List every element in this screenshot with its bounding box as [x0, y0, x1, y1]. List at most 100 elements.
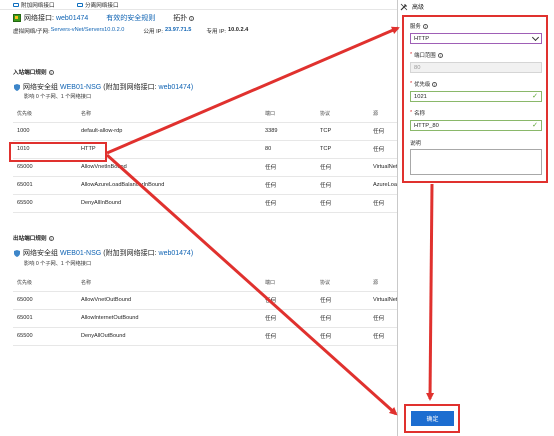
nsg-attach-text: (附加到网络接口:	[103, 84, 157, 91]
required-icon: *	[410, 52, 413, 58]
cell-name: AllowAzureLoadBalancerInBound	[77, 176, 261, 195]
detach-nic-button[interactable]: 分离网络接口	[77, 1, 119, 9]
info-icon: i	[437, 52, 443, 58]
col-protocol[interactable]: 协议	[316, 106, 369, 123]
outbound-rules-table: 优先级 名称 端口 协议 源 65000 AllowVnetOutBound 任…	[13, 275, 433, 346]
outbound-title-text: 出站端口规则	[13, 236, 47, 242]
inbound-section-title: 入站端口规则 i	[13, 68, 54, 76]
inbound-impact: 影响 0 个子网、1 个网络接口	[24, 94, 92, 100]
network-interface-icon	[13, 14, 21, 22]
outbound-impact: 影响 0 个子网、1 个网络接口	[24, 261, 92, 267]
inbound-nsg-line: 网络安全组 WEB01-NSG (附加到网络接口: web01474)	[14, 82, 193, 92]
cell-port: 任何	[261, 327, 316, 346]
outbound-nsg-line: 网络安全组 WEB01-NSG (附加到网络接口: web01474)	[14, 248, 193, 258]
table-row[interactable]: 65500 DenyAllInBound 任何 任何 任何	[13, 194, 433, 213]
col-name[interactable]: 名称	[77, 275, 261, 292]
name-value: HTTP_80	[414, 122, 439, 129]
cell-priority: 1000	[13, 122, 77, 141]
public-ip-label: 公用 IP:	[143, 29, 163, 35]
attach-nic-label: 附加网络接口	[21, 3, 55, 9]
detach-icon	[77, 2, 83, 8]
nsg-attach-text: (附加到网络接口:	[103, 250, 157, 257]
nsg-nic-link[interactable]: web01474)	[159, 250, 194, 257]
inbound-title-text: 入站端口规则	[13, 70, 47, 76]
attach-nic-button[interactable]: 附加网络接口	[13, 1, 55, 9]
cell-protocol: 任何	[316, 291, 369, 310]
detach-nic-label: 分离网络接口	[85, 3, 119, 9]
cell-protocol: TCP	[316, 122, 369, 141]
cell-protocol: 任何	[316, 176, 369, 195]
priority-value: 1021	[414, 93, 427, 100]
priority-label: * 优先级 i	[410, 80, 438, 88]
outbound-section-title: 出站端口规则 i	[13, 234, 54, 242]
checkmark-icon: ✓	[532, 122, 538, 129]
required-icon: *	[410, 81, 413, 87]
chevron-down-icon	[531, 33, 540, 41]
nic-name-link[interactable]: web01474	[56, 15, 88, 22]
info-icon: i	[422, 23, 428, 29]
cell-protocol: 任何	[316, 327, 369, 346]
cell-name: DenyAllInBound	[77, 194, 261, 213]
topology-link[interactable]: 拓扑	[173, 13, 187, 23]
name-label: * 名称	[410, 109, 425, 117]
port-range-input[interactable]: 80	[410, 62, 542, 73]
cell-protocol: 任何	[316, 158, 369, 177]
nsg-name-link[interactable]: WEB01-NSG	[60, 84, 101, 91]
cell-protocol: 任何	[316, 309, 369, 328]
cell-name: AllowVnetInBound	[77, 158, 261, 177]
description-label-text: 说明	[410, 141, 421, 147]
vnet-link[interactable]: Servers-vNet/Servers10.0.2.0	[51, 27, 125, 35]
panel-title: 高级	[412, 5, 425, 11]
description-label: 说明	[410, 139, 421, 147]
private-ip-label: 专用 IP:	[206, 29, 226, 35]
col-port[interactable]: 端口	[261, 275, 316, 292]
priority-label-text: 优先级	[414, 82, 431, 88]
col-priority[interactable]: 优先级	[13, 106, 77, 123]
cell-port: 80	[261, 140, 316, 159]
service-label-text: 服务	[410, 24, 421, 30]
table-row[interactable]: 65000 AllowVnetInBound 任何 任何 VirtualNetw…	[13, 158, 433, 177]
table-header-row: 优先级 名称 端口 协议 源	[13, 275, 433, 292]
info-icon: i	[48, 70, 54, 76]
table-header-row: 优先级 名称 端口 协议 源	[13, 106, 433, 123]
service-select[interactable]: HTTP	[410, 33, 542, 44]
col-protocol[interactable]: 协议	[316, 275, 369, 292]
cell-port: 任何	[261, 176, 316, 195]
table-row[interactable]: 65500 DenyAllOutBound 任何 任何 任何	[13, 327, 433, 346]
port-range-label-text: 端口范围	[414, 53, 436, 59]
public-ip-value[interactable]: 23.97.71.5	[165, 27, 191, 35]
table-row[interactable]: 65001 AllowInternetOutBound 任何 任何 任何	[13, 309, 433, 328]
ok-button[interactable]: 确定	[411, 411, 454, 426]
nsg-nic-link[interactable]: web01474)	[159, 84, 194, 91]
cell-protocol: TCP	[316, 140, 369, 159]
col-name[interactable]: 名称	[77, 106, 261, 123]
table-row[interactable]: 1010 HTTP 80 TCP 任何	[13, 140, 433, 159]
table-row[interactable]: 65001 AllowAzureLoadBalancerInBound 任何 任…	[13, 176, 433, 195]
cell-name: AllowVnetOutBound	[77, 291, 261, 310]
col-priority[interactable]: 优先级	[13, 275, 77, 292]
cell-name: AllowInternetOutBound	[77, 309, 261, 328]
info-icon: i	[432, 81, 438, 87]
name-input[interactable]: HTTP_80 ✓	[410, 120, 542, 131]
nsg-label: 网络安全组	[23, 84, 58, 91]
inbound-rules-table: 优先级 名称 端口 协议 源 1000 default-allow-rdp 33…	[13, 106, 433, 213]
port-range-label: * 端口范围 i	[410, 51, 443, 59]
cell-port: 任何	[261, 158, 316, 177]
cell-priority: 1010	[13, 140, 77, 159]
col-port[interactable]: 端口	[261, 106, 316, 123]
shield-icon	[14, 83, 20, 91]
description-textarea[interactable]	[410, 149, 542, 175]
nic-title-prefix: 网络接口:	[24, 15, 54, 22]
table-row[interactable]: 65000 AllowVnetOutBound 任何 任何 VirtualNet…	[13, 291, 433, 310]
vnet-label: 虚拟网络/子网:	[13, 29, 50, 35]
cell-name: HTTP	[77, 140, 261, 159]
private-ip-value: 10.0.2.4	[228, 27, 249, 33]
cell-protocol: 任何	[316, 194, 369, 213]
nic-header: 网络接口: web01474 有效的安全规则 拓扑 i	[13, 12, 397, 24]
nsg-name-link[interactable]: WEB01-NSG	[60, 250, 101, 257]
cell-priority: 65001	[13, 309, 77, 328]
table-row[interactable]: 1000 default-allow-rdp 3389 TCP 任何	[13, 122, 433, 141]
priority-input[interactable]: 1021 ✓	[410, 91, 542, 102]
effective-rules-link[interactable]: 有效的安全规则	[106, 13, 155, 23]
cell-priority: 65500	[13, 194, 77, 213]
